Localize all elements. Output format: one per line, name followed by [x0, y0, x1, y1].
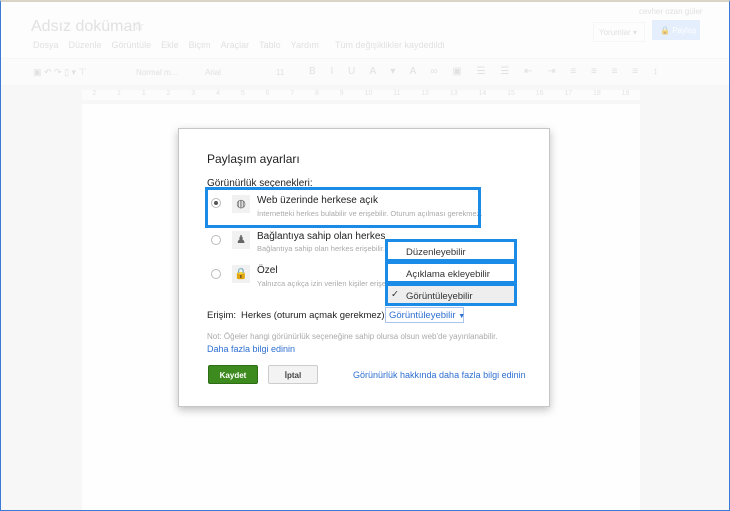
window-frame: [0, 0, 730, 511]
